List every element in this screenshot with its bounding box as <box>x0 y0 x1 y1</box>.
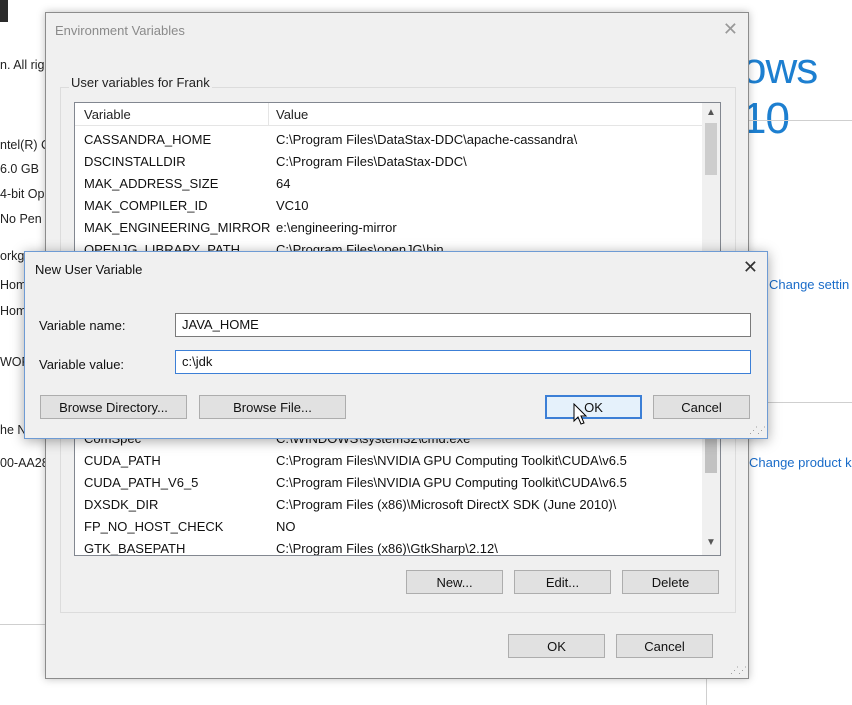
background-text-line: orkg <box>0 249 25 263</box>
variable-value: C:\Program Files\DataStax-DDC\apache-cas… <box>276 132 578 147</box>
variable-row[interactable]: CASSANDRA_HOME C:\Program Files\DataStax-… <box>75 129 695 151</box>
column-separator <box>268 103 269 125</box>
variable-row[interactable]: FP_NO_HOST_CHECK NO <box>75 516 695 538</box>
variable-name: MAK_ENGINEERING_MIRROR <box>84 220 271 235</box>
cancel-button[interactable]: Cancel <box>653 395 750 419</box>
user-variables-label: User variables for Frank <box>69 75 212 90</box>
background-text-line: n. All rig <box>0 58 45 72</box>
ok-button[interactable]: OK <box>545 395 642 419</box>
variable-value: NO <box>276 519 296 534</box>
divider <box>747 120 852 121</box>
variable-name: DSCINSTALLDIR <box>84 154 186 169</box>
variable-row[interactable]: DSCINSTALLDIR C:\Program Files\DataStax-D… <box>75 151 695 173</box>
variable-name: CUDA_PATH <box>84 453 161 468</box>
variable-value-label: Variable value: <box>39 357 125 372</box>
column-value[interactable]: Value <box>276 107 308 122</box>
user-variables-list[interactable]: Variable Value CASSANDRA_HOME C:\Program … <box>74 102 721 254</box>
scroll-thumb[interactable] <box>705 433 717 473</box>
variable-value: e:\engineering-mirror <box>276 220 397 235</box>
variable-name: CUDA_PATH_V6_5 <box>84 475 199 490</box>
change-settings-link[interactable]: Change settin <box>769 277 849 292</box>
background-text-line: Hom <box>0 278 27 292</box>
browse-directory-button[interactable]: Browse Directory... <box>40 395 187 419</box>
variable-value: 64 <box>276 176 291 191</box>
dialog-title: Environment Variables <box>55 23 185 38</box>
variable-row[interactable]: MAK_COMPILER_ID VC10 <box>75 195 695 217</box>
resize-grip-icon[interactable]: ⋰⋰ <box>730 665 747 676</box>
background-text-line: Hom <box>0 304 27 318</box>
ok-button[interactable]: OK <box>508 634 605 658</box>
delete-system-variable-button[interactable]: Delete <box>622 570 719 594</box>
user-list-scrollbar[interactable]: ▲ <box>702 103 720 253</box>
windows-logo-text: ows 10 <box>742 44 818 143</box>
variable-name: DXSDK_DIR <box>84 497 159 512</box>
variable-name: MAK_COMPILER_ID <box>84 198 208 213</box>
dialog-title: New User Variable <box>35 262 143 277</box>
variable-row[interactable]: CUDA_PATH_V6_5 C:\Program Files\NVIDIA GP… <box>75 472 695 494</box>
background-text-line: 4-bit Op <box>0 187 45 201</box>
scroll-thumb[interactable] <box>705 123 717 175</box>
variable-value: VC10 <box>276 198 309 213</box>
background-text-line: No Pen c <box>0 212 52 226</box>
column-variable[interactable]: Variable <box>84 107 131 122</box>
browse-file-button[interactable]: Browse File... <box>199 395 346 419</box>
list-header: Variable Value <box>75 103 702 126</box>
variable-row[interactable]: DXSDK_DIR C:\Program Files (x86)\Microsof… <box>75 494 695 516</box>
variable-name: FP_NO_HOST_CHECK <box>84 519 224 534</box>
variable-name: CASSANDRA_HOME <box>84 132 212 147</box>
variable-row[interactable]: MAK_ADDRESS_SIZE 64 <box>75 173 695 195</box>
variable-value: C:\Program Files\NVIDIA GPU Computing To… <box>276 453 627 468</box>
taskbar-corner <box>0 0 8 22</box>
variable-name-input[interactable]: JAVA_HOME <box>175 313 751 337</box>
resize-grip-icon[interactable]: ⋰⋰ <box>749 425 766 436</box>
mouse-pointer-icon <box>573 403 588 425</box>
background-text-line: 6.0 GB <box>0 162 39 176</box>
background-text-line: he N <box>0 423 27 437</box>
variable-row[interactable]: GTK_BASEPATH C:\Program Files (x86)\GtkSh… <box>75 538 695 556</box>
variable-name-label: Variable name: <box>39 318 126 333</box>
close-icon[interactable]: ✕ <box>723 19 738 40</box>
variable-value: C:\Program Files\NVIDIA GPU Computing To… <box>276 475 627 490</box>
divider <box>706 677 707 705</box>
scroll-up-icon[interactable]: ▲ <box>706 107 716 118</box>
variable-value: C:\Program Files\DataStax-DDC\ <box>276 154 467 169</box>
new-user-variable-dialog: New User Variable ✕ Variable name: JAVA_… <box>24 251 768 439</box>
variable-name: MAK_ADDRESS_SIZE <box>84 176 219 191</box>
close-icon[interactable]: ✕ <box>743 257 758 278</box>
variable-row[interactable]: MAK_ENGINEERING_MIRROR e:\engineering-mir… <box>75 217 695 239</box>
divider <box>0 624 45 625</box>
variable-value: C:\Program Files (x86)\GtkSharp\2.12\ <box>276 541 498 556</box>
edit-system-variable-button[interactable]: Edit... <box>514 570 611 594</box>
scroll-down-icon[interactable]: ▼ <box>706 537 716 548</box>
variable-row[interactable]: CUDA_PATH C:\Program Files\NVIDIA GPU Com… <box>75 450 695 472</box>
variable-value-input[interactable]: c:\jdk <box>175 350 751 374</box>
cancel-button[interactable]: Cancel <box>616 634 713 658</box>
new-system-variable-button[interactable]: New... <box>406 570 503 594</box>
variable-name: GTK_BASEPATH <box>84 541 186 556</box>
background-text-line: 00-AA28 <box>0 456 49 470</box>
change-product-key-link[interactable]: Change product k <box>749 455 852 470</box>
variable-value: C:\Program Files (x86)\Microsoft DirectX… <box>276 497 617 512</box>
background-text-line: ntel(R) C <box>0 138 51 152</box>
